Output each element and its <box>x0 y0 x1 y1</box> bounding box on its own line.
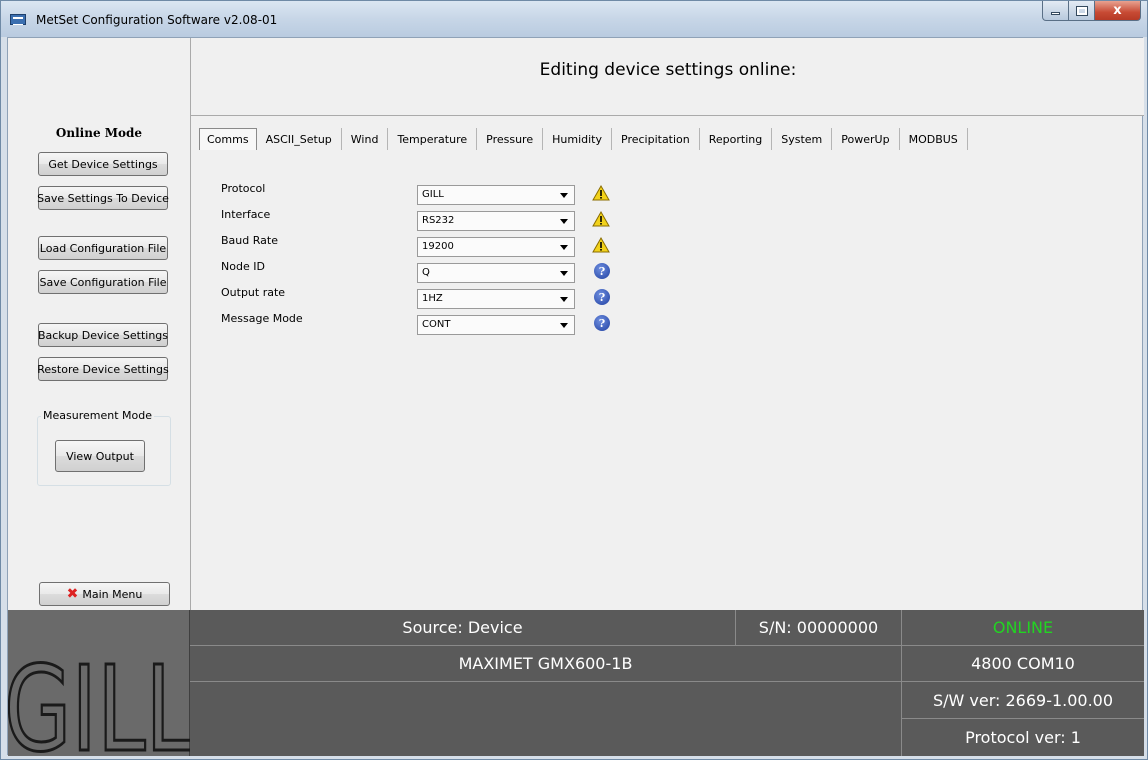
chevron-down-icon <box>560 271 568 276</box>
warning-icon[interactable] <box>592 237 610 253</box>
tab-wind[interactable]: Wind <box>341 128 389 150</box>
tab-humidity[interactable]: Humidity <box>543 128 612 150</box>
save-settings-to-device-button[interactable]: Save Settings To Device <box>37 186 169 210</box>
page-title: Editing device settings online: <box>539 60 797 80</box>
warning-icon[interactable] <box>592 211 610 227</box>
protocol-label: Protocol <box>221 182 266 195</box>
help-icon[interactable]: ? <box>594 263 610 279</box>
connection-status: ONLINE <box>902 610 1144 646</box>
node-id-label: Node ID <box>221 260 265 273</box>
measurement-mode-group: Measurement Mode View Output <box>37 409 171 486</box>
tab-pressure[interactable]: Pressure <box>477 128 544 150</box>
maximize-button[interactable] <box>1069 1 1095 21</box>
node-id-value: Q <box>422 267 430 278</box>
tab-temperature[interactable]: Temperature <box>388 128 478 150</box>
message-mode-select[interactable]: CONT <box>417 315 575 335</box>
interface-select[interactable]: RS232 <box>417 211 575 231</box>
view-output-button[interactable]: View Output <box>55 440 145 472</box>
gill-logo: GILL <box>3 610 196 760</box>
logo-text: GILL <box>8 640 190 756</box>
tab-system[interactable]: System <box>772 128 833 150</box>
chevron-down-icon <box>560 219 568 224</box>
tab-modbus[interactable]: MODBUS <box>899 128 968 150</box>
interface-value: RS232 <box>422 215 455 226</box>
mode-title: Online Mode <box>55 126 143 140</box>
software-version-cell: S/W ver: 2669-1.00.00 <box>902 682 1144 719</box>
node-id-select[interactable]: Q <box>417 263 575 283</box>
get-device-settings-button[interactable]: Get Device Settings <box>38 152 168 176</box>
close-icon: x <box>1113 3 1122 18</box>
status-panel: GILL Source: Device S/N: 00000000 ONLINE… <box>3 610 1144 760</box>
tab-powerup[interactable]: PowerUp <box>832 128 900 150</box>
chevron-down-icon <box>560 297 568 302</box>
tab-ascii-setup[interactable]: ASCII_Setup <box>256 128 342 150</box>
close-x-icon: ✖ <box>66 586 79 602</box>
app-icon <box>10 14 26 25</box>
node-id-row: Node ID Q ? <box>221 260 621 284</box>
message-mode-value: CONT <box>422 319 451 330</box>
output-rate-row: Output rate 1HZ ? <box>221 286 621 310</box>
caption-buttons: x <box>1042 1 1141 21</box>
main-area: Editing device settings online: Comms AS… <box>190 38 1144 610</box>
chevron-down-icon <box>560 245 568 250</box>
interface-row: Interface RS232 <box>221 208 621 232</box>
baud-rate-row: Baud Rate 19200 <box>221 234 621 258</box>
tab-precipitation[interactable]: Precipitation <box>612 128 700 150</box>
save-configuration-file-button[interactable]: Save Configuration File <box>38 270 168 294</box>
restore-device-settings-button[interactable]: Restore Device Settings <box>37 357 169 381</box>
sidebar: Online Mode Get Device Settings Save Set… <box>8 38 190 610</box>
maximize-icon <box>1075 5 1088 16</box>
protocol-value: GILL <box>422 189 444 200</box>
main-menu-button[interactable]: ✖ Main Menu <box>39 582 170 606</box>
device-model-cell: MAXIMET GMX600-1B <box>190 646 902 682</box>
close-button[interactable]: x <box>1095 1 1141 21</box>
app-window: MetSet Configuration Software v2.08-01 x… <box>0 0 1148 760</box>
minimize-button[interactable] <box>1042 1 1069 21</box>
interface-label: Interface <box>221 208 271 221</box>
output-rate-select[interactable]: 1HZ <box>417 289 575 309</box>
gill-logo-graphic: GILL <box>3 639 196 760</box>
client-area: Online Mode Get Device Settings Save Set… <box>3 37 1144 760</box>
header-panel: Editing device settings online: <box>190 38 1144 116</box>
tab-reporting[interactable]: Reporting <box>699 128 773 150</box>
chevron-down-icon <box>560 323 568 328</box>
source-cell: Source: Device <box>190 610 736 646</box>
tab-comms[interactable]: Comms <box>199 128 257 150</box>
content-panel: Comms ASCII_Setup Wind Temperature Press… <box>190 116 1144 610</box>
tab-bar: Comms ASCII_Setup Wind Temperature Press… <box>199 128 968 150</box>
window-title: MetSet Configuration Software v2.08-01 <box>36 13 278 27</box>
message-mode-label: Message Mode <box>221 312 303 325</box>
protocol-select[interactable]: GILL <box>417 185 575 205</box>
help-icon[interactable]: ? <box>594 289 610 305</box>
baud-rate-label: Baud Rate <box>221 234 278 247</box>
port-cell: 4800 COM10 <box>902 646 1144 682</box>
measurement-mode-label: Measurement Mode <box>41 409 154 422</box>
warning-icon[interactable] <box>592 185 610 201</box>
message-mode-row: Message Mode CONT ? <box>221 312 621 336</box>
output-rate-value: 1HZ <box>422 293 443 304</box>
help-icon[interactable]: ? <box>594 315 610 331</box>
load-configuration-file-button[interactable]: Load Configuration File <box>38 236 168 260</box>
protocol-row: Protocol GILL <box>221 182 621 206</box>
output-rate-label: Output rate <box>221 286 286 299</box>
serial-number-cell: S/N: 00000000 <box>736 610 902 646</box>
chevron-down-icon <box>560 193 568 198</box>
backup-device-settings-button[interactable]: Backup Device Settings <box>38 323 168 347</box>
baud-rate-value: 19200 <box>422 241 454 252</box>
status-empty-cell <box>190 682 902 756</box>
protocol-version-cell: Protocol ver: 1 <box>965 728 1081 747</box>
minimize-icon <box>1051 12 1060 15</box>
title-bar[interactable]: MetSet Configuration Software v2.08-01 x <box>1 1 1147 37</box>
baud-rate-select[interactable]: 19200 <box>417 237 575 257</box>
main-menu-label: Main Menu <box>82 587 143 601</box>
